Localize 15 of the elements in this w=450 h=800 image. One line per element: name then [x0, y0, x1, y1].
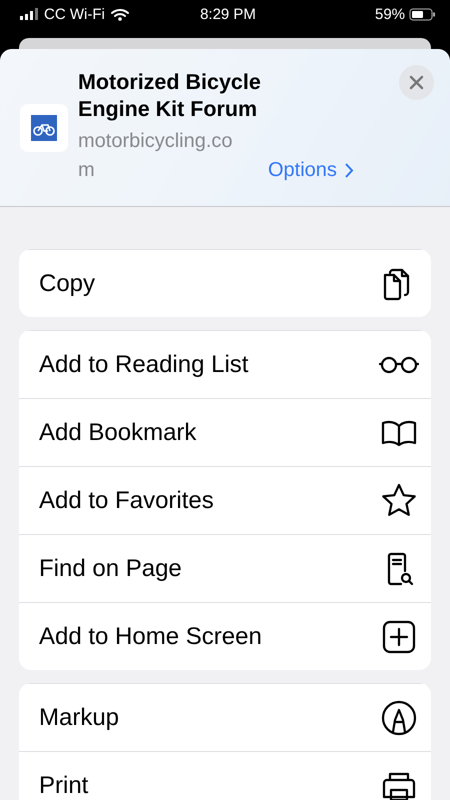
battery-percent: 59%	[374, 6, 406, 22]
clock-time: 8:29 PM	[199, 6, 257, 22]
page-title: Motorized Bicycle Engine Kit Forum	[78, 69, 262, 123]
chevron-right-icon	[344, 163, 354, 178]
options-link[interactable]: Options	[268, 159, 354, 182]
menu-item[interactable]: Print	[19, 751, 431, 800]
carrier-name: CC Wi-Fi	[44, 6, 105, 22]
wifi-icon	[110, 8, 129, 20]
close-button[interactable]	[399, 65, 434, 100]
signal-icon	[20, 8, 38, 20]
menu-item[interactable]: Add to Home Screen	[19, 602, 431, 670]
close-icon	[409, 75, 424, 90]
bicycle-icon	[31, 115, 57, 141]
site-domain: motorbicycling.com	[78, 129, 234, 183]
battery-icon	[409, 8, 436, 20]
